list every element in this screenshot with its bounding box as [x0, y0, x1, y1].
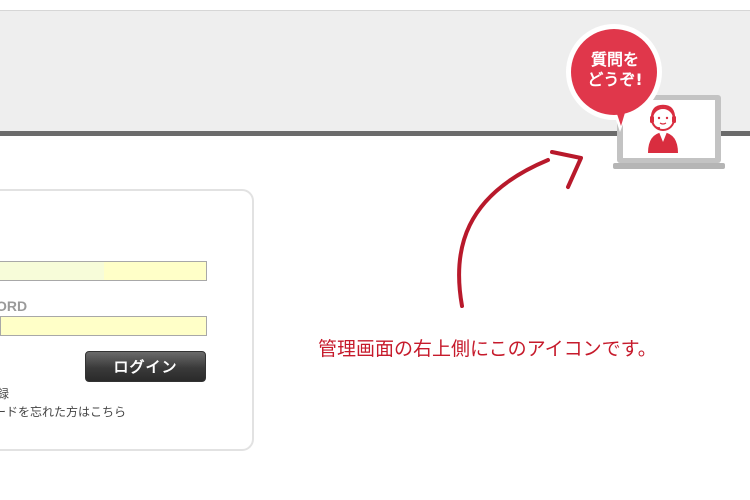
password-input[interactable] [0, 316, 207, 336]
remember-me-label[interactable]: 録 [0, 385, 9, 402]
help-badge-line2: どうぞ! [587, 70, 643, 89]
help-badge-line1: 質問を [590, 50, 639, 69]
laptop-base [613, 163, 725, 169]
forgot-password-link[interactable]: ードを忘れた方はこちら [0, 403, 126, 420]
annotation-text: 管理画面の右上側にこのアイコンです。 [318, 338, 657, 360]
curved-arrow-icon [457, 150, 583, 308]
top-border [0, 0, 750, 11]
login-button[interactable]: ログイン [85, 351, 206, 382]
password-label: ORD [0, 298, 28, 314]
username-input[interactable] [0, 261, 207, 281]
